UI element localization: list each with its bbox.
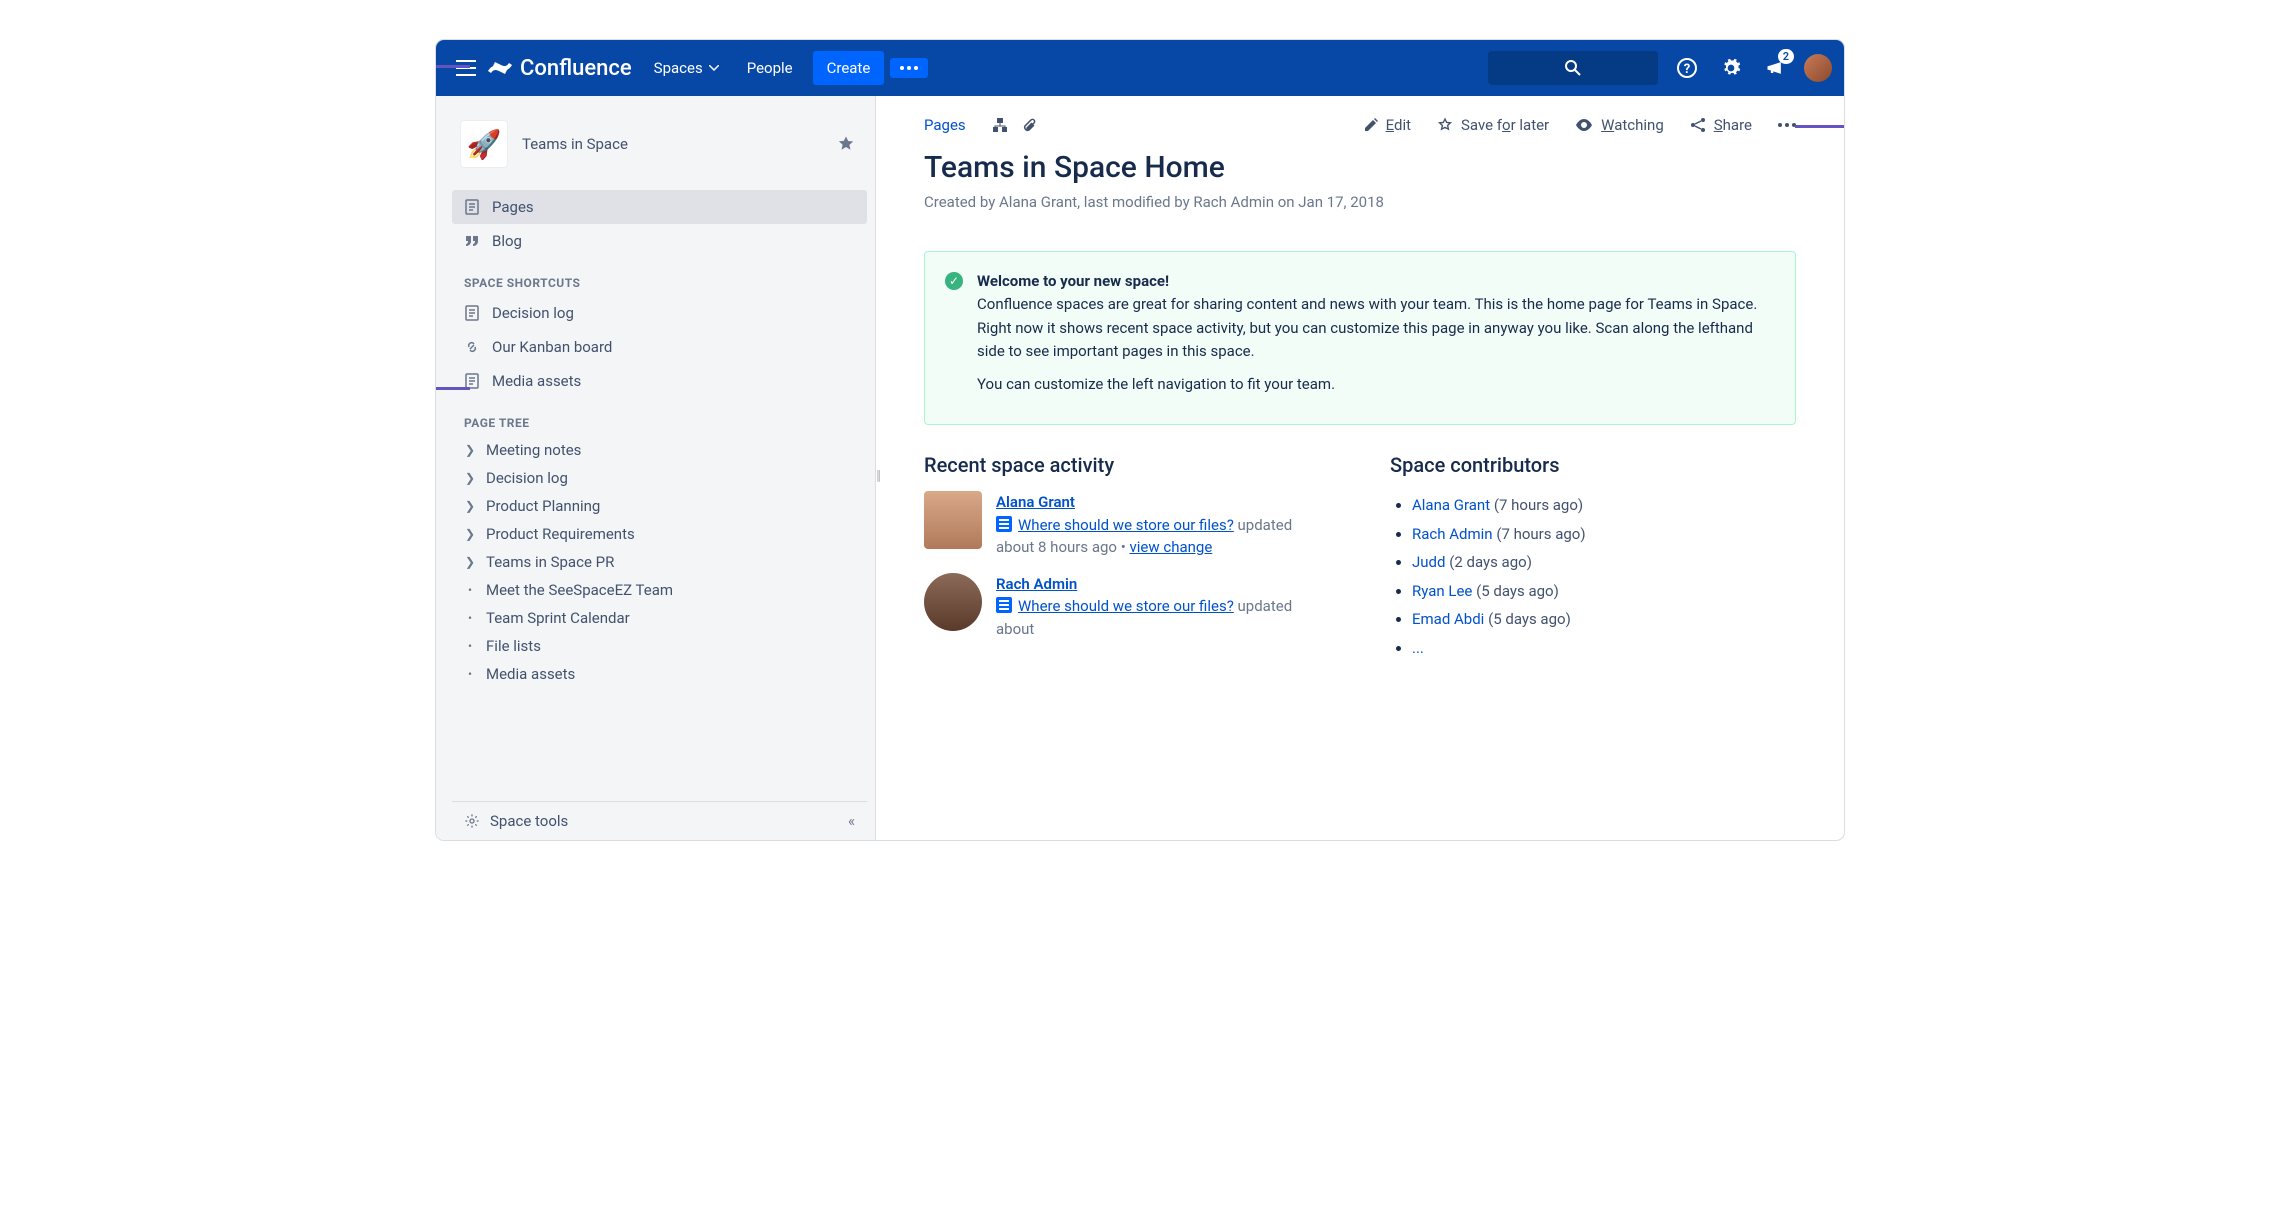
- collapse-sidebar-button[interactable]: «: [848, 812, 855, 830]
- save-for-later-button[interactable]: Save for later: [1437, 116, 1549, 134]
- global-header: Confluence Spaces People Create ? 2: [436, 40, 1844, 96]
- ellipsis-icon: [900, 66, 918, 70]
- child-pages-button[interactable]: [992, 117, 1036, 133]
- page-byline: Created by Alana Grant, last modified by…: [924, 193, 1796, 211]
- contributor-link[interactable]: Alana Grant: [1412, 496, 1490, 514]
- body: 🚀 Teams in Space Pages Blog SPACE SHORTC…: [436, 96, 1844, 840]
- space-header: 🚀 Teams in Space: [452, 112, 867, 176]
- contributors-section: Space contributors Alana Grant (7 hours …: [1390, 453, 1796, 662]
- search-icon: [1565, 60, 1581, 76]
- more-actions-button[interactable]: [1778, 123, 1796, 127]
- favorite-space-button[interactable]: [833, 131, 859, 157]
- app-window: Confluence Spaces People Create ? 2: [436, 40, 1844, 840]
- share-button[interactable]: Share: [1690, 116, 1752, 134]
- breadcrumb-pages[interactable]: Pages: [924, 116, 966, 134]
- contributor-link[interactable]: Judd: [1412, 553, 1445, 571]
- tree-item[interactable]: •Media assets: [452, 660, 867, 688]
- activity-item: Alana Grant Where should we store our fi…: [924, 491, 1330, 559]
- confluence-logo[interactable]: Confluence: [488, 56, 632, 81]
- tree-item[interactable]: •Meet the SeeSpaceEZ Team: [452, 576, 867, 604]
- tree-item[interactable]: ❯Decision log: [452, 464, 867, 492]
- page-icon: [996, 516, 1012, 532]
- tree-item[interactable]: •File lists: [452, 632, 867, 660]
- activity-page-link[interactable]: Where should we store our files?: [1018, 516, 1234, 534]
- sidebar-pages[interactable]: Pages: [452, 190, 867, 224]
- create-button[interactable]: Create: [813, 51, 885, 85]
- space-name[interactable]: Teams in Space: [522, 135, 819, 153]
- shortcut-item[interactable]: Decision log: [452, 296, 867, 330]
- contributor-item: Emad Abdi (5 days ago): [1412, 605, 1796, 634]
- page-title: Teams in Space Home: [924, 150, 1796, 185]
- shortcut-item[interactable]: Media assets: [452, 364, 867, 398]
- notification-badge: 2: [1778, 49, 1794, 64]
- contributor-link[interactable]: Emad Abdi: [1412, 610, 1484, 628]
- contributors-more[interactable]: ...: [1412, 639, 1424, 657]
- view-change-link[interactable]: view change: [1129, 538, 1212, 556]
- app-switcher-button[interactable]: [448, 52, 484, 84]
- contributor-link[interactable]: Rach Admin: [1412, 525, 1493, 543]
- contributor-item: Ryan Lee (5 days ago): [1412, 577, 1796, 606]
- nav-people[interactable]: People: [733, 51, 807, 85]
- page-icon: [996, 597, 1012, 613]
- header-right: ? 2: [1488, 51, 1832, 85]
- activity-item: Rach Admin Where should we store our fil…: [924, 573, 1330, 641]
- tree-item[interactable]: ❯Product Requirements: [452, 520, 867, 548]
- gear-icon: [1721, 58, 1741, 78]
- tree-item[interactable]: ❯Teams in Space PR: [452, 548, 867, 576]
- main-content: Pages Edit Save for later Watching: [876, 96, 1844, 840]
- space-logo[interactable]: 🚀: [460, 120, 508, 168]
- quote-icon: [464, 233, 480, 249]
- watching-button[interactable]: Watching: [1575, 116, 1664, 134]
- activity-user-link[interactable]: Rach Admin: [996, 575, 1077, 593]
- sidebar-resize-handle[interactable]: ||: [876, 468, 879, 484]
- help-icon: ?: [1677, 58, 1697, 78]
- eye-icon: [1575, 119, 1593, 131]
- svg-text:?: ?: [1684, 62, 1690, 77]
- create-more-button[interactable]: [890, 58, 928, 78]
- tree-item[interactable]: •Team Sprint Calendar: [452, 604, 867, 632]
- space-tools[interactable]: Space tools «: [452, 801, 867, 840]
- nav-spaces[interactable]: Spaces: [640, 51, 733, 85]
- contributor-item: Rach Admin (7 hours ago): [1412, 520, 1796, 549]
- user-avatar[interactable]: [924, 573, 982, 631]
- check-icon: ✓: [945, 272, 963, 290]
- page-toolbar: Pages Edit Save for later Watching: [924, 116, 1796, 134]
- user-avatar[interactable]: [924, 491, 982, 549]
- contributors-heading: Space contributors: [1390, 453, 1796, 477]
- contributor-link[interactable]: Ryan Lee: [1412, 582, 1472, 600]
- contributor-item: Alana Grant (7 hours ago): [1412, 491, 1796, 520]
- user-avatar[interactable]: [1804, 54, 1832, 82]
- ellipsis-icon: [1778, 123, 1796, 127]
- gear-icon: [464, 813, 480, 829]
- pencil-icon: [1364, 118, 1378, 132]
- contributor-item: Judd (2 days ago): [1412, 548, 1796, 577]
- search-input[interactable]: [1488, 51, 1658, 85]
- share-icon: [1690, 117, 1706, 133]
- recent-activity-section: Recent space activity Alana Grant Where …: [924, 453, 1330, 662]
- confluence-icon: [488, 56, 512, 80]
- tree-item[interactable]: ❯Meeting notes: [452, 436, 867, 464]
- activity-heading: Recent space activity: [924, 453, 1330, 477]
- shortcuts-heading: SPACE SHORTCUTS: [452, 258, 867, 296]
- star-outline-icon: [1437, 117, 1453, 133]
- sidebar-blog[interactable]: Blog: [452, 224, 867, 258]
- page-icon: [464, 199, 480, 215]
- space-sidebar: 🚀 Teams in Space Pages Blog SPACE SHORTC…: [436, 96, 876, 840]
- attachment-icon: [1022, 117, 1036, 133]
- help-button[interactable]: ?: [1672, 53, 1702, 83]
- product-name: Confluence: [520, 56, 632, 81]
- chevron-down-icon: [709, 65, 719, 71]
- notifications-button[interactable]: 2: [1760, 53, 1790, 83]
- shortcut-item[interactable]: Our Kanban board: [452, 330, 867, 364]
- settings-button[interactable]: [1716, 53, 1746, 83]
- activity-user-link[interactable]: Alana Grant: [996, 493, 1075, 511]
- tree-item[interactable]: ❯Product Planning: [452, 492, 867, 520]
- activity-page-link[interactable]: Where should we store our files?: [1018, 597, 1234, 615]
- star-icon: [837, 135, 855, 153]
- hierarchy-icon: [992, 117, 1008, 133]
- welcome-panel: ✓ Welcome to your new space!Confluence s…: [924, 251, 1796, 425]
- edit-button[interactable]: Edit: [1364, 116, 1411, 134]
- tree-heading: PAGE TREE: [452, 398, 867, 436]
